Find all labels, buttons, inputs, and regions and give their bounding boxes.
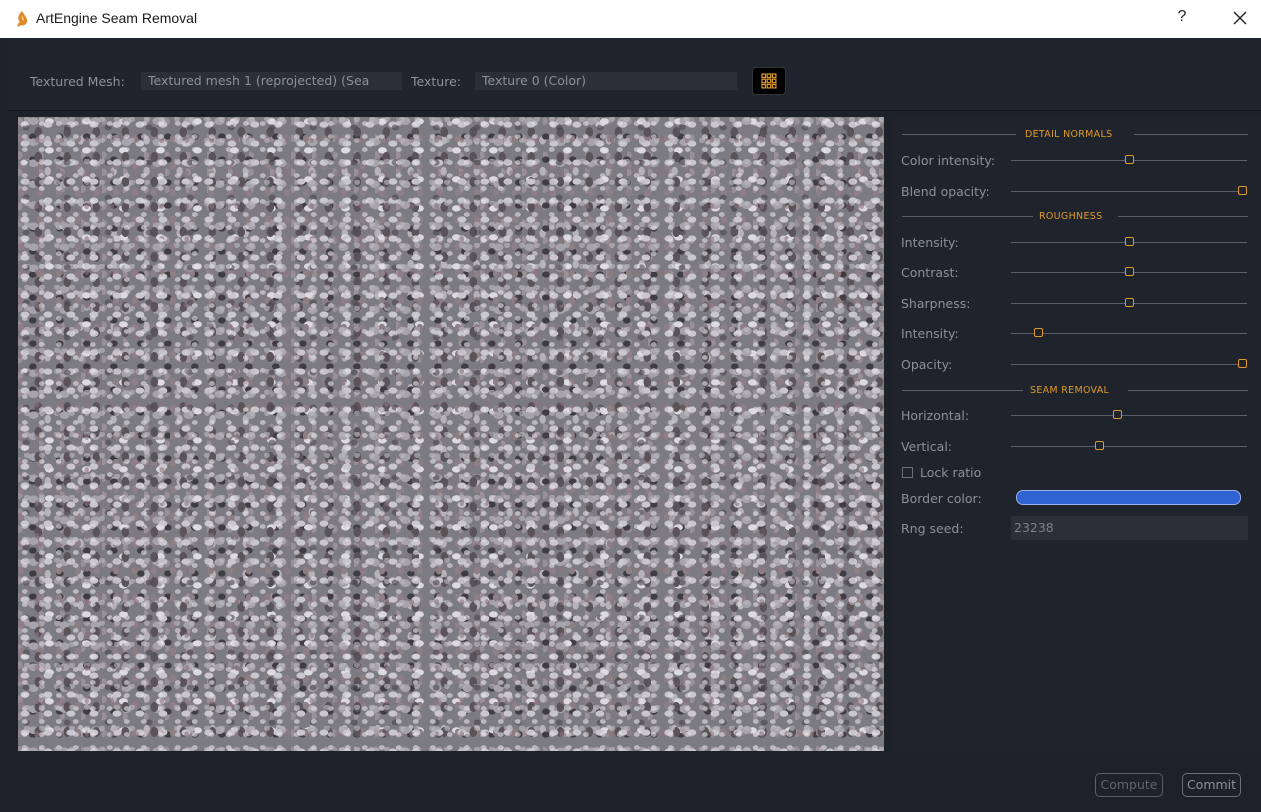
texture-viewport[interactable] [18, 117, 884, 751]
footer-bar [8, 757, 1261, 812]
opacity-slider[interactable] [1011, 364, 1247, 365]
section-divider [902, 390, 1023, 391]
section-divider [1118, 216, 1248, 217]
section-divider [1128, 390, 1248, 391]
rng-seed-label: Rng seed: [901, 521, 964, 536]
slider-label: Intensity: [901, 326, 959, 341]
tile-view-button[interactable] [752, 67, 786, 95]
vertical-slider[interactable] [1011, 446, 1247, 447]
lock-ratio-label: Lock ratio [920, 465, 982, 480]
pebble-texture-detail [18, 117, 884, 751]
texture-label: Texture: [411, 74, 461, 89]
title-bar: ArtEngine Seam Removal ? [0, 0, 1261, 38]
slider-handle[interactable] [1124, 267, 1134, 276]
slider-label: Contrast: [901, 265, 959, 280]
lock-ratio-checkbox[interactable] [902, 467, 913, 478]
border-color-swatch[interactable] [1016, 490, 1241, 505]
close-icon[interactable] [1228, 6, 1252, 30]
slider-handle[interactable] [1124, 155, 1134, 164]
slider-handle[interactable] [1124, 237, 1134, 246]
textured-mesh-label: Textured Mesh: [30, 74, 125, 89]
slider-handle[interactable] [1238, 186, 1247, 195]
border-color-label: Border color: [901, 491, 982, 506]
help-button[interactable]: ? [1172, 8, 1192, 30]
section-title-seam-removal: SEAM REMOVAL [1030, 385, 1110, 396]
slider-handle[interactable] [1033, 328, 1043, 337]
slider-label: Intensity: [901, 235, 959, 250]
commit-button[interactable]: Commit [1182, 773, 1241, 797]
intensity-slider[interactable] [1011, 333, 1247, 334]
slider-label: Sharpness: [901, 296, 971, 311]
slider-handle[interactable] [1094, 441, 1104, 450]
slider-label: Vertical: [901, 439, 953, 454]
section-title-detail-normals: DETAIL NORMALS [1025, 129, 1113, 140]
texture-field[interactable]: Texture 0 (Color) [475, 72, 737, 90]
blend-opacity-slider[interactable] [1011, 191, 1247, 192]
slider-label: Color intensity: [901, 153, 996, 168]
slider-label: Horizontal: [901, 408, 970, 423]
horizontal-slider[interactable] [1011, 415, 1247, 416]
section-divider [1134, 134, 1248, 135]
slider-handle[interactable] [1238, 359, 1247, 368]
slider-handle[interactable] [1124, 298, 1134, 307]
slider-label: Opacity: [901, 357, 953, 372]
slider-label: Blend opacity: [901, 184, 990, 199]
compute-button[interactable]: Compute [1095, 773, 1163, 797]
artengine-logo-icon [17, 11, 28, 27]
section-title-roughness: ROUGHNESS [1039, 211, 1103, 222]
slider-handle[interactable] [1113, 410, 1123, 419]
textured-mesh-field[interactable]: Textured mesh 1 (reprojected) (Sea [141, 72, 402, 90]
rng-seed-input[interactable]: 23238 [1011, 516, 1248, 540]
grid-icon [761, 73, 777, 89]
section-divider [902, 216, 1033, 217]
section-divider [902, 134, 1016, 135]
window-title: ArtEngine Seam Removal [36, 10, 198, 26]
